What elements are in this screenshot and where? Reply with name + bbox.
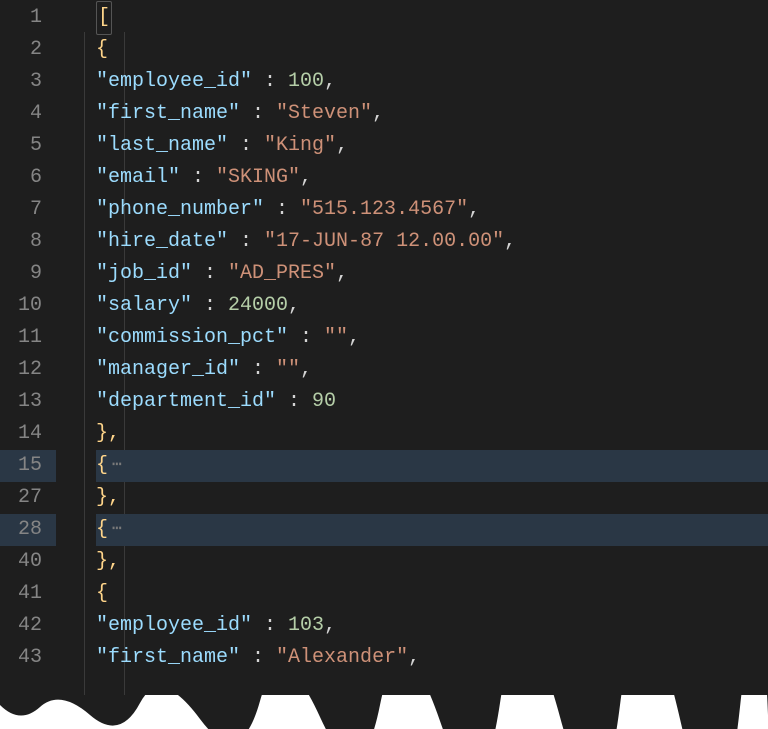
brace-close: }, [96, 418, 120, 450]
bracket-open: [ [96, 1, 112, 35]
line-number: 5 [0, 130, 56, 162]
code-line[interactable]: "email" : "SKING", [96, 162, 768, 194]
line-number: 4 [0, 98, 56, 130]
fold-ellipsis-icon[interactable]: ⋯ [108, 517, 122, 543]
brace-open: { [96, 450, 108, 482]
line-number-gutter: 1 2 3 4 5 6 7 8 9 10 11 12 13 14 15 27 2… [0, 0, 56, 729]
json-string: "King" [264, 130, 336, 162]
code-line[interactable]: "manager_id" : "", [96, 354, 768, 386]
line-number: 14 [0, 418, 56, 450]
code-line[interactable]: }, [96, 546, 768, 578]
json-key: "salary" [96, 290, 192, 322]
code-line[interactable]: "salary" : 24000, [96, 290, 768, 322]
json-string: "" [324, 322, 348, 354]
line-number: 9 [0, 258, 56, 290]
line-number: 3 [0, 66, 56, 98]
json-key: "employee_id" [96, 610, 252, 642]
json-number: 103 [288, 610, 324, 642]
json-key: "email" [96, 162, 180, 194]
code-area[interactable]: [ { "employee_id" : 100, "first_name" : … [78, 0, 768, 729]
brace-close: }, [96, 546, 120, 578]
line-number: 6 [0, 162, 56, 194]
json-key: "first_name" [96, 642, 240, 674]
json-key: "hire_date" [96, 226, 228, 258]
code-line[interactable]: "department_id" : 90 [96, 386, 768, 418]
code-line[interactable]: "first_name" : "Steven", [96, 98, 768, 130]
json-number: 90 [312, 386, 336, 418]
line-number: 12 [0, 354, 56, 386]
code-line[interactable]: { [96, 34, 768, 66]
json-key: "department_id" [96, 386, 276, 418]
code-line[interactable]: "job_id" : "AD_PRES", [96, 258, 768, 290]
code-line[interactable]: "commission_pct" : "", [96, 322, 768, 354]
code-line[interactable]: "last_name" : "King", [96, 130, 768, 162]
line-number: 41 [0, 578, 56, 610]
code-line[interactable]: "phone_number" : "515.123.4567", [96, 194, 768, 226]
line-number: 27 [0, 482, 56, 514]
line-number: 8 [0, 226, 56, 258]
json-key: "employee_id" [96, 66, 252, 98]
json-number: 100 [288, 66, 324, 98]
code-line[interactable]: }, [96, 482, 768, 514]
code-line[interactable]: { [96, 578, 768, 610]
line-number: 43 [0, 642, 56, 674]
line-number: 2 [0, 34, 56, 66]
line-number: 10 [0, 290, 56, 322]
folded-region[interactable]: {⋯ [96, 514, 768, 546]
line-number-folded[interactable]: 15 [0, 450, 56, 482]
line-number: 7 [0, 194, 56, 226]
json-key: "last_name" [96, 130, 228, 162]
code-editor[interactable]: 1 2 3 4 5 6 7 8 9 10 11 12 13 14 15 27 2… [0, 0, 768, 729]
brace-open: { [96, 34, 108, 66]
line-number: 40 [0, 546, 56, 578]
json-string: "Alexander" [276, 642, 408, 674]
fold-ellipsis-icon[interactable]: ⋯ [108, 453, 122, 479]
indent-guide [84, 32, 85, 729]
folded-region[interactable]: {⋯ [96, 450, 768, 482]
json-string: "17-JUN-87 12.00.00" [264, 226, 504, 258]
json-key: "phone_number" [96, 194, 264, 226]
brace-close: }, [96, 482, 120, 514]
line-number: 13 [0, 386, 56, 418]
brace-open: { [96, 578, 108, 610]
json-key: "commission_pct" [96, 322, 288, 354]
json-key: "job_id" [96, 258, 192, 290]
line-number-folded[interactable]: 28 [0, 514, 56, 546]
json-string: "Steven" [276, 98, 372, 130]
code-line[interactable]: "hire_date" : "17-JUN-87 12.00.00", [96, 226, 768, 258]
brace-open: { [96, 514, 108, 546]
line-number: 42 [0, 610, 56, 642]
fold-column [56, 0, 78, 729]
code-line[interactable]: "employee_id" : 103, [96, 610, 768, 642]
line-number: 1 [0, 2, 56, 34]
json-string: "SKING" [216, 162, 300, 194]
json-number: 24000 [228, 290, 288, 322]
json-key: "first_name" [96, 98, 240, 130]
json-string: "515.123.4567" [300, 194, 468, 226]
code-line[interactable]: "first_name" : "Alexander", [96, 642, 768, 674]
json-string: "AD_PRES" [228, 258, 336, 290]
line-number: 11 [0, 322, 56, 354]
code-line[interactable]: }, [96, 418, 768, 450]
code-line[interactable]: [ [96, 2, 768, 34]
code-line[interactable]: "employee_id" : 100, [96, 66, 768, 98]
torn-edge-decoration [0, 695, 768, 729]
json-key: "manager_id" [96, 354, 240, 386]
json-string: "" [276, 354, 300, 386]
